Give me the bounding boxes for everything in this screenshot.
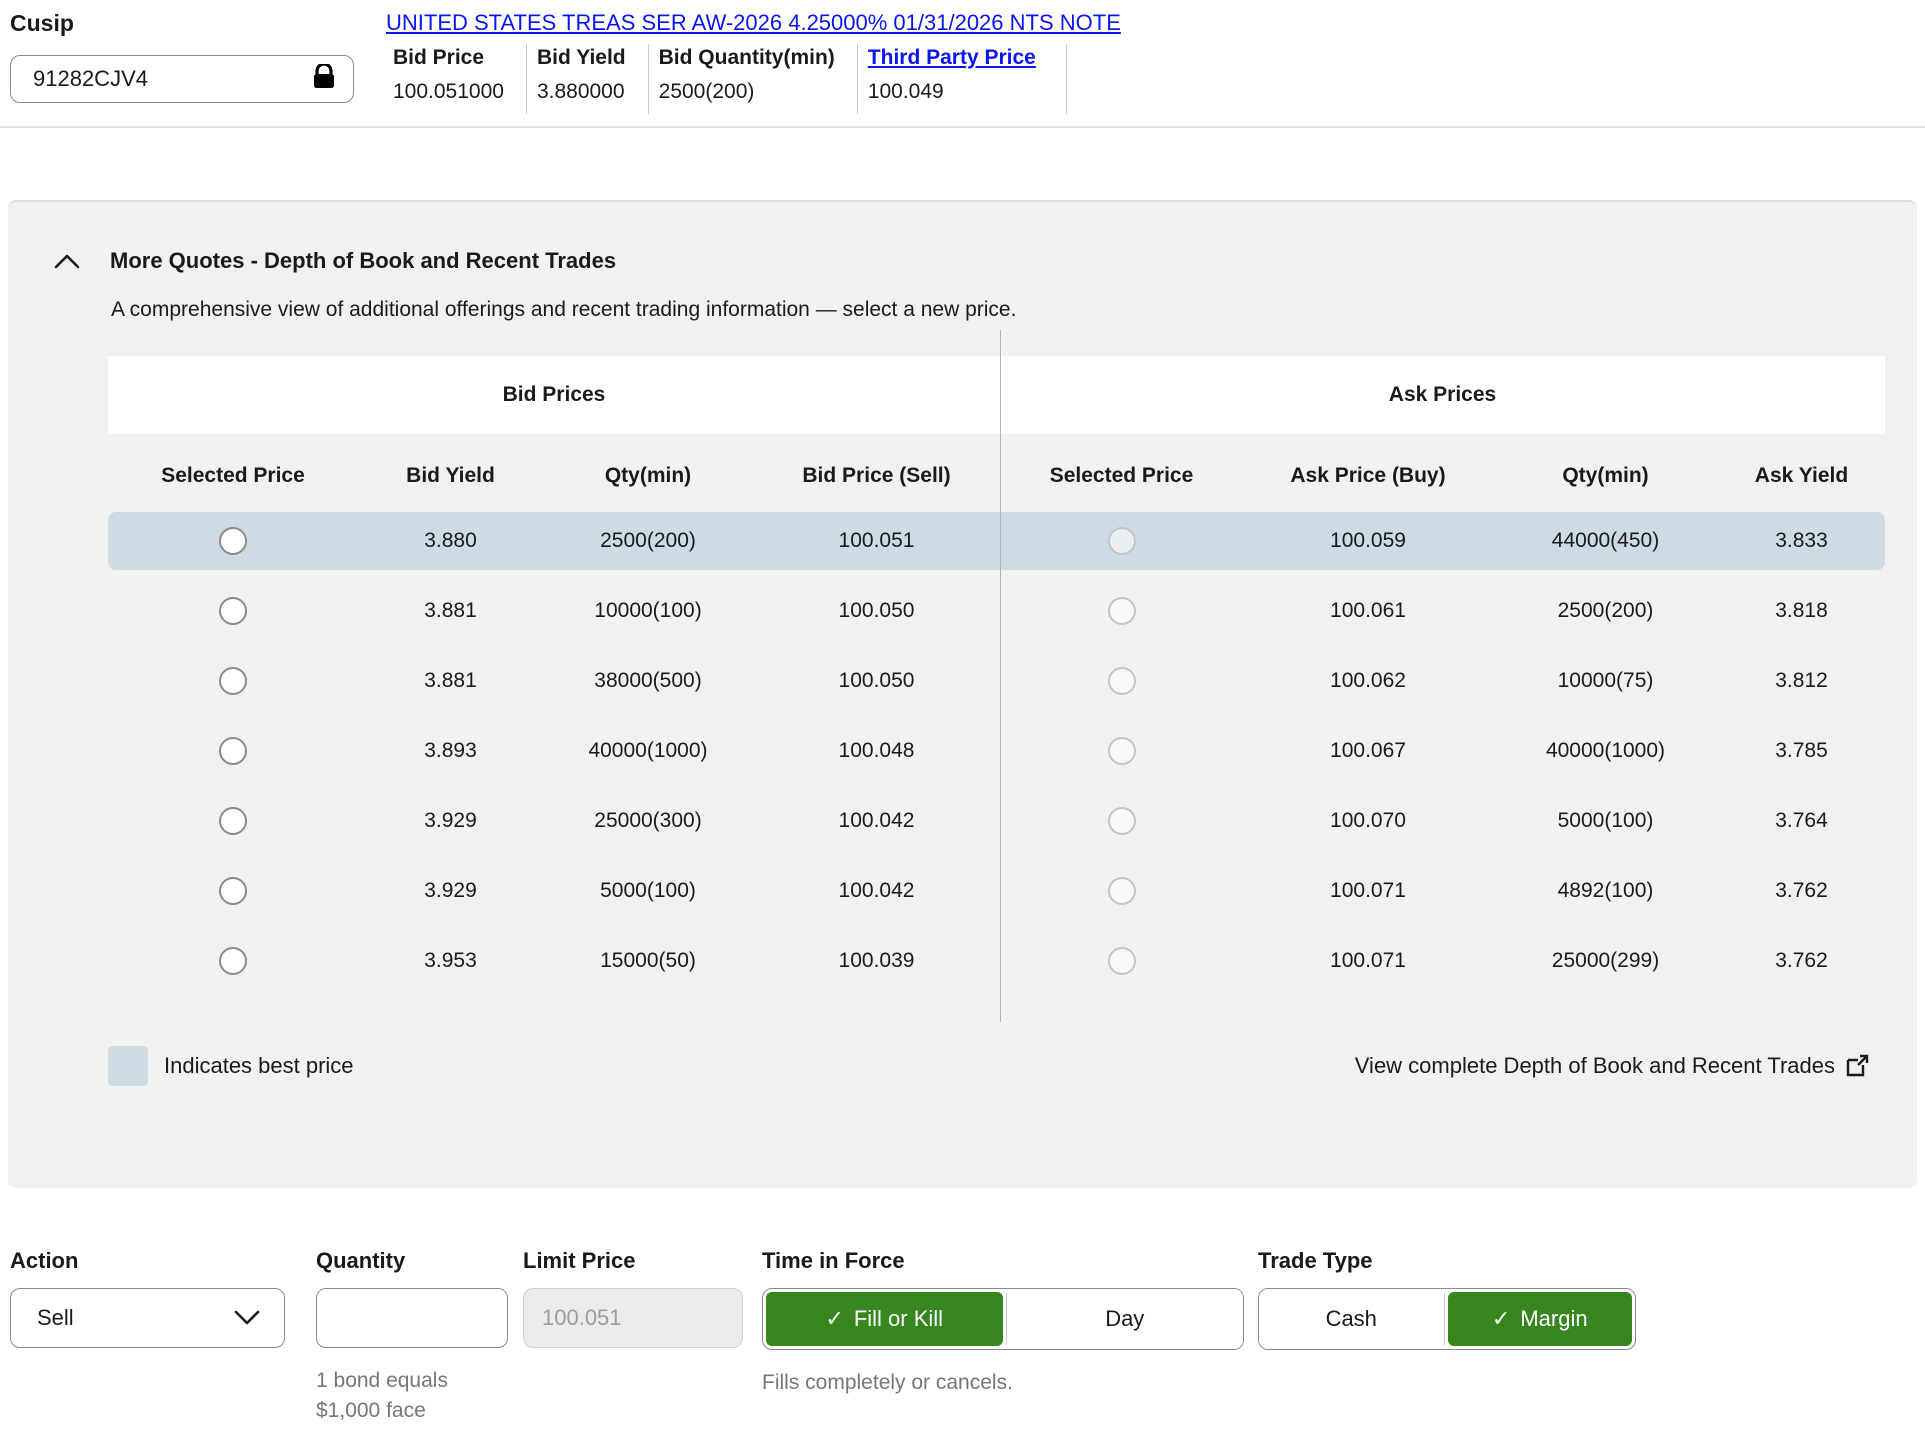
best-price-legend: Indicates best price (108, 1046, 354, 1086)
fill-or-kill-option[interactable]: ✓ Fill or Kill (766, 1292, 1003, 1346)
day-option[interactable]: Day (1007, 1289, 1244, 1349)
action-field: Action Sell (10, 1248, 285, 1426)
lock-icon (313, 64, 335, 95)
table-row: 3.881 10000(100) 100.050 100.061 2500(20… (108, 576, 1885, 646)
ask-price-radio[interactable] (1108, 737, 1136, 765)
order-form: Action Sell Quantity 1 bond equals $1,00… (10, 1248, 1636, 1426)
table-row: 3.881 38000(500) 100.050 100.062 10000(7… (108, 646, 1885, 716)
ask-price-radio[interactable] (1108, 807, 1136, 835)
trade-type-label: Trade Type (1258, 1248, 1636, 1274)
trade-type-field: Trade Type Cash ✓ Margin (1258, 1248, 1636, 1426)
stat-bid-price: Bid Price 100.051000 (383, 44, 527, 114)
col-ask-price-buy: Ask Price (Buy) (1243, 446, 1493, 506)
limit-price-label: Limit Price (523, 1248, 743, 1274)
col-bid-selected-price: Selected Price (108, 446, 358, 506)
limit-price-field: Limit Price (523, 1248, 743, 1426)
ask-price-radio[interactable] (1108, 947, 1136, 975)
time-in-force-helper: Fills completely or cancels. (762, 1368, 1244, 1398)
ask-price-radio[interactable] (1108, 667, 1136, 695)
trade-type-toggle: Cash ✓ Margin (1258, 1288, 1636, 1350)
bid-price-radio[interactable] (219, 807, 247, 835)
quantity-input[interactable] (316, 1288, 508, 1348)
quantity-label: Quantity (316, 1248, 508, 1274)
check-icon: ✓ (1492, 1306, 1510, 1332)
table-row: 3.953 15000(50) 100.039 100.071 25000(29… (108, 926, 1885, 996)
best-price-swatch (108, 1046, 148, 1086)
action-select[interactable]: Sell (10, 1288, 285, 1348)
check-icon: ✓ (825, 1306, 843, 1332)
col-ask-selected-price: Selected Price (1000, 446, 1243, 506)
stat-third-party-price: Third Party Price 100.049 (858, 44, 1067, 114)
third-party-price-link[interactable]: Third Party Price (868, 46, 1036, 70)
security-title-link[interactable]: UNITED STATES TREAS SER AW-2026 4.25000%… (386, 10, 1121, 36)
table-header-row: Selected Price Bid Yield Qty(min) Bid Pr… (108, 446, 1885, 506)
col-ask-yield: Ask Yield (1718, 446, 1885, 506)
header-divider (0, 126, 1925, 128)
ask-price-radio[interactable] (1108, 527, 1136, 555)
panel-description: A comprehensive view of additional offer… (111, 298, 1917, 322)
depth-of-book-panel: More Quotes - Depth of Book and Recent T… (8, 200, 1917, 1188)
bid-price-radio[interactable] (219, 737, 247, 765)
chevron-down-icon (234, 1310, 260, 1326)
time-in-force-label: Time in Force (762, 1248, 1244, 1274)
cusip-input[interactable]: 91282CJV4 (10, 55, 354, 103)
limit-price-input (523, 1288, 743, 1348)
section-title-band: Bid Prices Ask Prices (108, 356, 1885, 434)
chevron-up-icon (54, 253, 80, 269)
col-ask-qty: Qty(min) (1493, 446, 1718, 506)
action-label: Action (10, 1248, 285, 1274)
ask-price-radio[interactable] (1108, 597, 1136, 625)
ask-price-radio[interactable] (1108, 877, 1136, 905)
quote-stats: Bid Price 100.051000 Bid Yield 3.880000 … (383, 44, 1915, 114)
legend-text: Indicates best price (164, 1053, 354, 1079)
bid-price-radio[interactable] (219, 947, 247, 975)
quantity-helper: 1 bond equals $1,000 face (316, 1366, 508, 1426)
bid-prices-title: Bid Prices (108, 356, 1000, 434)
col-bid-yield: Bid Yield (358, 446, 543, 506)
table-row-best-price: 3.880 2500(200) 100.051 100.059 44000(45… (108, 512, 1885, 570)
panel-title: More Quotes - Depth of Book and Recent T… (110, 248, 616, 274)
external-link-icon (1845, 1054, 1869, 1078)
stat-bid-quantity: Bid Quantity(min) 2500(200) (649, 44, 858, 114)
quantity-field: Quantity 1 bond equals $1,000 face (316, 1248, 508, 1426)
col-bid-qty: Qty(min) (543, 446, 753, 506)
bid-price-radio[interactable] (219, 527, 247, 555)
view-depth-of-book-link[interactable]: View complete Depth of Book and Recent T… (1355, 1053, 1869, 1079)
time-in-force-toggle: ✓ Fill or Kill Day (762, 1288, 1244, 1350)
bid-price-radio[interactable] (219, 597, 247, 625)
ask-prices-title: Ask Prices (1000, 356, 1885, 434)
table-row: 3.893 40000(1000) 100.048 100.067 40000(… (108, 716, 1885, 786)
bid-ask-divider (1000, 330, 1001, 1022)
cusip-value: 91282CJV4 (33, 66, 148, 92)
cusip-label: Cusip (10, 8, 378, 37)
panel-collapse-toggle[interactable]: More Quotes - Depth of Book and Recent T… (54, 248, 1917, 274)
cash-option[interactable]: Cash (1259, 1289, 1444, 1349)
table-row: 3.929 5000(100) 100.042 100.071 4892(100… (108, 856, 1885, 926)
margin-option[interactable]: ✓ Margin (1448, 1292, 1633, 1346)
table-row: 3.929 25000(300) 100.042 100.070 5000(10… (108, 786, 1885, 856)
bid-price-radio[interactable] (219, 667, 247, 695)
bid-price-radio[interactable] (219, 877, 247, 905)
col-bid-price-sell: Bid Price (Sell) (753, 446, 1000, 506)
depth-of-book-table: Bid Prices Ask Prices Selected Price Bid… (108, 356, 1885, 996)
time-in-force-field: Time in Force ✓ Fill or Kill Day Fills c… (762, 1248, 1244, 1426)
quote-header: Cusip 91282CJV4 UNITED STATES TREAS SER … (0, 0, 1925, 114)
action-selected-value: Sell (37, 1305, 74, 1331)
stat-bid-yield: Bid Yield 3.880000 (527, 44, 649, 114)
